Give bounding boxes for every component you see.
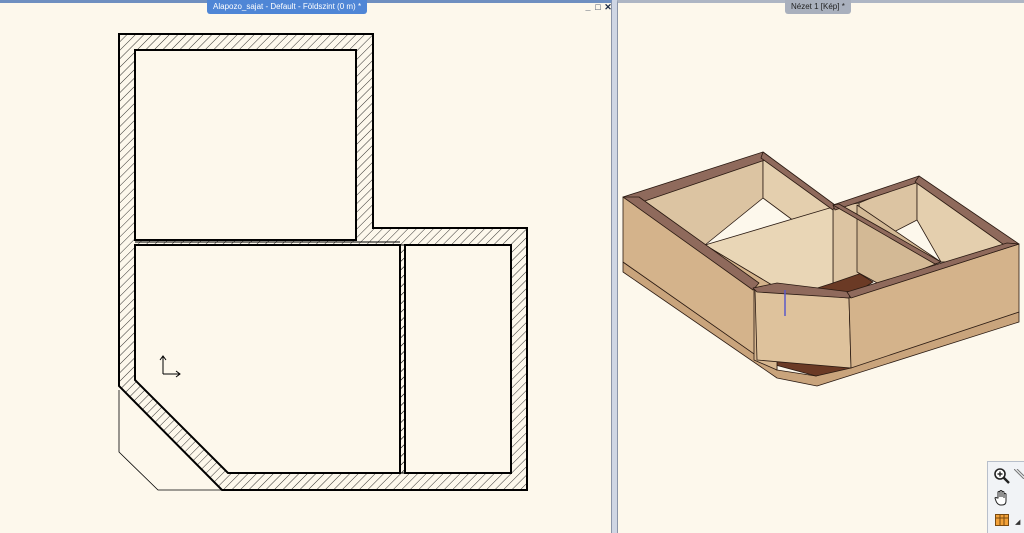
3d-view[interactable] — [617, 0, 1024, 533]
layers-icon[interactable] — [992, 510, 1012, 530]
left-view-tab[interactable]: Alapozo_sajat - Default - Földszint (0 m… — [207, 0, 368, 14]
magnifier-plus-icon[interactable] — [992, 466, 1012, 486]
close-button[interactable]: ✕ — [604, 3, 612, 12]
restore-button[interactable]: □ — [594, 3, 602, 12]
expand-arrow-icon[interactable]: ◢ — [1015, 518, 1020, 526]
outer-wall-angled — [754, 289, 852, 369]
navigation-toolbox: ◢ — [987, 461, 1024, 533]
resize-grip-icon[interactable] — [1013, 466, 1024, 480]
minimize-button[interactable]: _ — [584, 3, 592, 12]
floor-plan-view[interactable] — [0, 0, 612, 533]
hand-icon[interactable] — [992, 488, 1012, 508]
3d-model-canvas[interactable] — [618, 3, 1024, 533]
origin-marker-icon — [159, 355, 181, 378]
partition-wall-vertical — [399, 244, 406, 474]
wall-hatch — [118, 33, 528, 491]
window-controls: _ □ ✕ — [584, 3, 612, 14]
right-view-tab[interactable]: Nézet 1 [Kép] * — [785, 0, 851, 14]
floor-plan-canvas[interactable] — [0, 3, 612, 533]
